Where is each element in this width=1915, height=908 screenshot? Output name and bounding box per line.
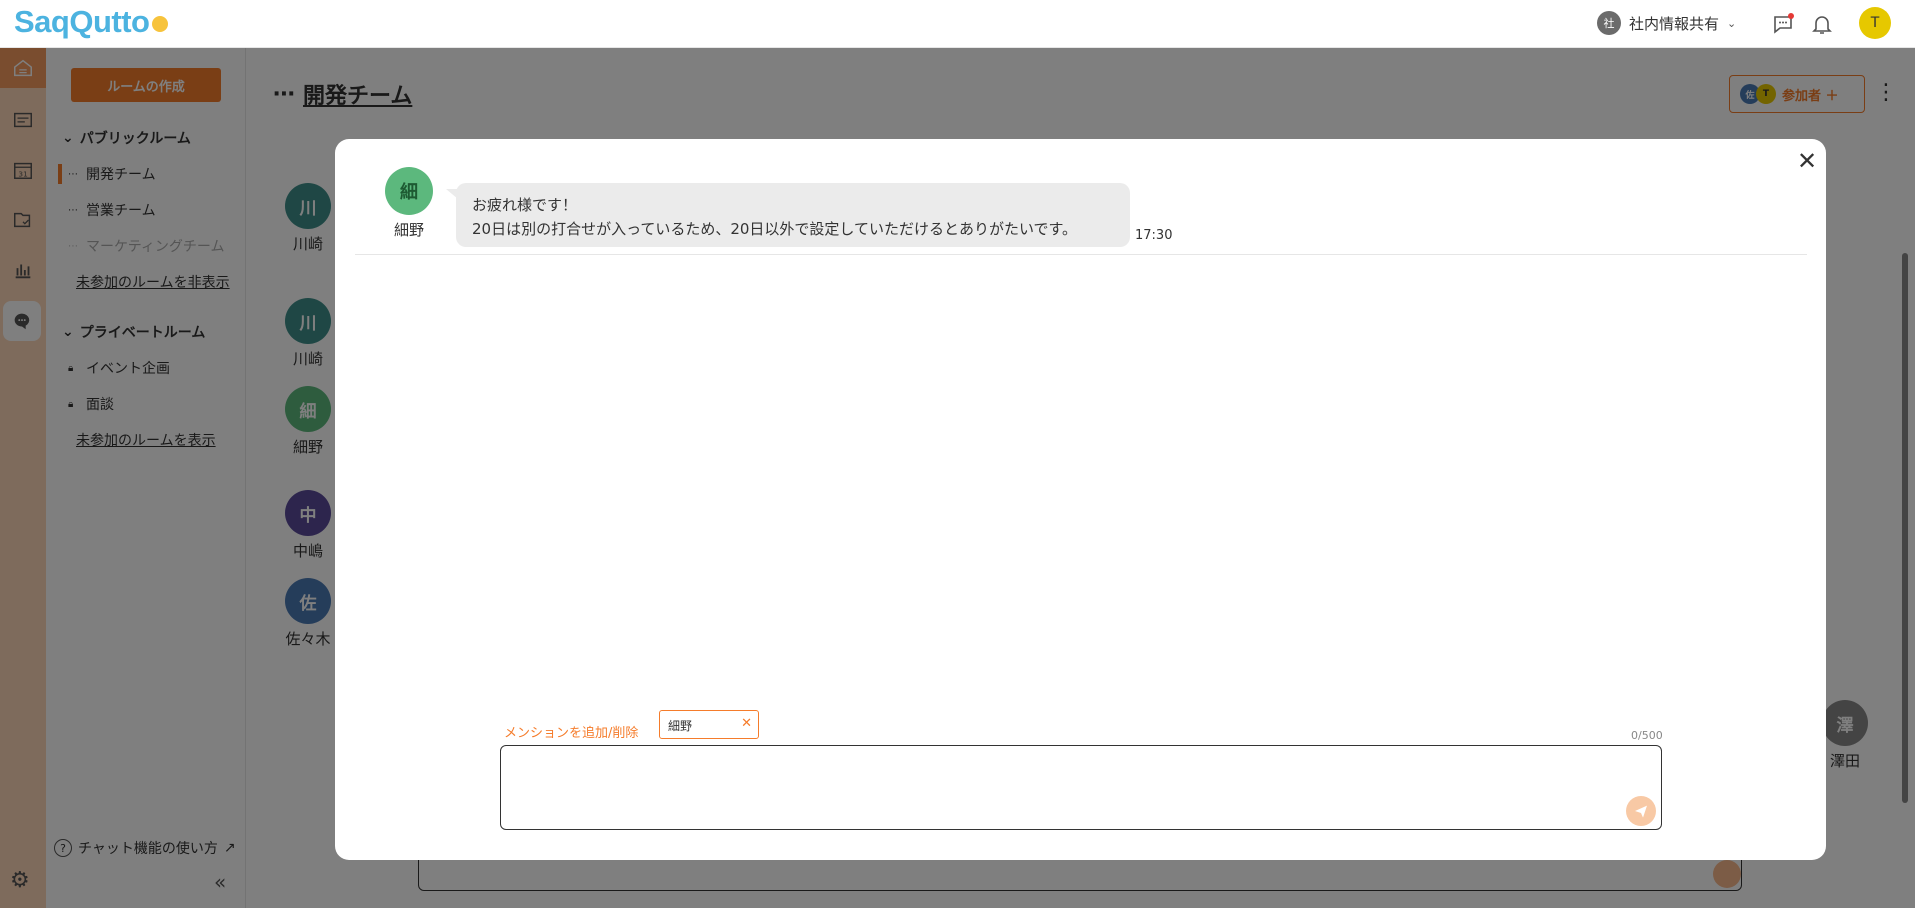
sender-name: 細野: [393, 221, 424, 239]
chevron-down-icon: ⌄: [1727, 16, 1737, 30]
message-line: お疲れ様です！: [472, 196, 578, 214]
chat-notification-icon[interactable]: [1771, 12, 1795, 36]
company-badge: 社: [1597, 11, 1621, 35]
company-name: 社内情報共有: [1629, 14, 1720, 33]
app-logo[interactable]: SaqQutto: [14, 4, 168, 40]
company-switcher[interactable]: 社 社内情報共有 ⌄: [1597, 11, 1736, 35]
close-icon[interactable]: ✕: [1797, 147, 1817, 175]
remove-mention-icon[interactable]: ✕: [741, 716, 752, 731]
mention-toggle-link[interactable]: メンションを追加/削除: [504, 722, 638, 741]
char-counter: 0/500: [1631, 729, 1663, 742]
top-bar: SaqQutto 社 社内情報共有 ⌄ T: [0, 0, 1915, 48]
mention-tag: 細野 ✕: [659, 710, 759, 739]
message-time: 17:30: [1135, 228, 1173, 243]
avatar: 細: [385, 167, 433, 215]
send-button[interactable]: [1626, 796, 1656, 826]
bell-icon[interactable]: [1810, 12, 1834, 36]
user-avatar[interactable]: T: [1859, 7, 1891, 39]
send-icon: [1635, 805, 1647, 818]
reply-input[interactable]: [500, 745, 1662, 830]
thread-modal: ✕ 細 細野 お疲れ様です！ 20日は別の打合せが入っているため、20日以外で設…: [335, 139, 1826, 860]
message-bubble: お疲れ様です！ 20日は別の打合せが入っているため、20日以外で設定していただけ…: [446, 183, 1130, 247]
message-line: 20日は別の打合せが入っているため、20日以外で設定していただけるとありがたいで…: [472, 220, 1078, 238]
divider: [355, 254, 1807, 255]
